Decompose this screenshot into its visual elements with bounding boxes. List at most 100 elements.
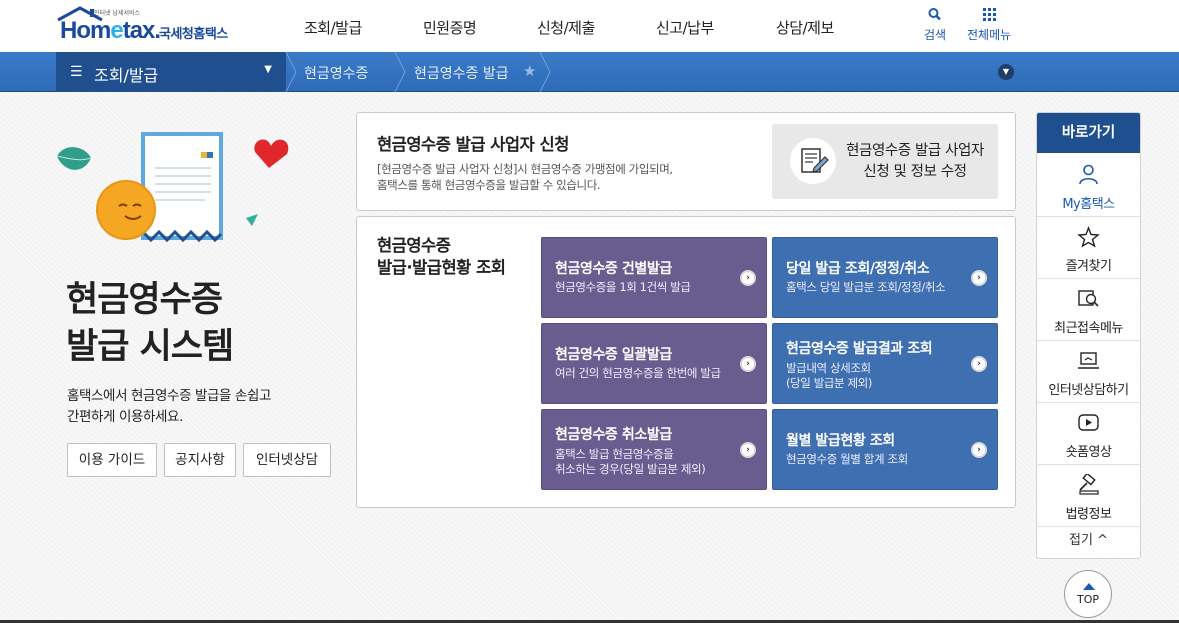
gavel-icon: [1079, 474, 1099, 495]
logo-korean: 국세청홈택스: [159, 27, 228, 42]
logo-tagline: 인터넷 납세서비스: [94, 10, 141, 17]
chevron-right-icon: ›: [740, 270, 756, 286]
quick-item-online-consult[interactable]: 인터넷상담하기: [1037, 341, 1140, 403]
grid-menu-icon: [983, 8, 997, 21]
search-label: 검색: [924, 28, 947, 42]
menu-category-selector[interactable]: ☰ 조회/발급 ▼: [56, 52, 286, 92]
tile-cancel-issue[interactable]: 현금영수증 취소발급 홈택스 발급 현금영수증을 취소하는 경우(당일 발급분 …: [541, 409, 767, 490]
document-edit-icon: [790, 138, 836, 184]
tile-subtitle: 홈택스 당일 발급분 조회/정정/취소: [786, 280, 946, 294]
hero-desc-line: 간편하게 이용하세요.: [67, 409, 183, 425]
favorite-star-icon[interactable]: ★: [523, 62, 536, 80]
caret-down-icon: ▼: [264, 64, 272, 75]
business-apply-title: 현금영수증 발급 사업자 신청: [377, 135, 569, 154]
quick-item-label: 즐겨찾기: [1065, 259, 1112, 274]
search-button[interactable]: 검색: [924, 6, 946, 43]
logo-brand: Hometax.: [60, 17, 161, 45]
quick-links-header: 바로가기: [1037, 113, 1140, 153]
expand-chevron-icon[interactable]: ▼: [998, 64, 1014, 80]
usage-guide-button[interactable]: 이용 가이드: [67, 443, 157, 477]
quick-item-label: 인터넷상담하기: [1048, 383, 1129, 398]
laptop-icon: [1078, 352, 1099, 369]
description-line: 홈택스를 통해 현금영수증을 발급할 수 있습니다.: [377, 178, 601, 192]
tile-subtitle: (당일 발급분 제외): [786, 376, 872, 390]
quick-item-label: 최근접속메뉴: [1054, 321, 1123, 336]
apply-label-line: 신청 및 정보 수정: [863, 164, 967, 180]
allmenu-label: 전체메뉴: [967, 28, 1012, 42]
receipt-illustration: [56, 132, 289, 243]
gnb-item-consult[interactable]: 상담/제보: [776, 17, 834, 38]
quick-item-label: 숏폼영상: [1065, 445, 1112, 460]
breadcrumb-separator-icon: [285, 52, 297, 92]
search-icon: [928, 8, 941, 21]
description-line: [현금영수증 발급 사업자 신청]시 현금영수증 가맹점에 가입되며,: [377, 162, 673, 176]
issue-inquiry-title: 현금영수증 발급·발급현황 조회: [377, 235, 506, 279]
business-apply-button[interactable]: 현금영수증 발급 사업자 신청 및 정보 수정: [772, 124, 998, 199]
hometax-logo[interactable]: 인터넷 납세서비스 Hometax. 국세청홈택스: [56, 4, 246, 48]
apply-label-line: 현금영수증 발급 사업자: [846, 143, 984, 159]
quick-item-my-hometax[interactable]: My홈택스: [1037, 155, 1140, 217]
allmenu-button[interactable]: 전체메뉴: [967, 6, 1011, 43]
issue-title-line: 발급·발급현황 조회: [377, 258, 506, 277]
quick-item-favorites[interactable]: 즐겨찾기: [1037, 217, 1140, 279]
tile-title: 현금영수증 일괄발급: [555, 347, 672, 363]
business-apply-description: [현금영수증 발급 사업자 신청]시 현금영수증 가맹점에 가입되며, 홈택스를…: [377, 161, 673, 193]
fold-button[interactable]: 접기 ^: [1037, 529, 1140, 548]
quick-links-panel: 바로가기 My홈택스 즐겨찾기 최근접속메뉴 인터넷상담하기 숏폼영상 법령정보…: [1036, 112, 1141, 559]
breadcrumb-bar: ☰ 조회/발급 ▼ 현금영수증 현금영수증 발급 ★ ▼: [0, 52, 1179, 92]
hero-title-line: 현금영수증: [66, 280, 223, 320]
tile-result-inquiry[interactable]: 현금영수증 발급결과 조회 발급내역 상세조회 (당일 발급분 제외) ›: [772, 323, 998, 404]
quick-item-recent-menu[interactable]: 최근접속메뉴: [1037, 279, 1140, 341]
tile-title: 현금영수증 건별발급: [555, 261, 672, 277]
chevron-right-icon: ›: [971, 356, 987, 372]
person-icon: [1079, 164, 1098, 185]
chevron-right-icon: ›: [740, 442, 756, 458]
gnb-item-inquiry[interactable]: 조회/발급: [304, 17, 362, 38]
hero-description: 홈택스에서 현금영수증 발급을 손쉽고 간편하게 이용하세요.: [67, 386, 271, 428]
menu-category-label: 조회/발급: [94, 66, 159, 85]
chevron-right-icon: ›: [971, 270, 987, 286]
tile-title: 현금영수증 취소발급: [555, 427, 672, 443]
breadcrumb-item-cash-receipt[interactable]: 현금영수증: [304, 63, 368, 83]
tile-subtitle: 발급내역 상세조회: [786, 361, 871, 375]
tile-subtitle: 홈택스 발급 현금영수증을: [555, 447, 674, 461]
tile-subtitle: 여러 건의 현금영수증을 한번에 발급: [555, 366, 721, 380]
hero-title-line: 발급 시스템: [66, 327, 234, 367]
issue-title-line: 현금영수증: [377, 236, 451, 255]
scroll-top-label: TOP: [1076, 593, 1099, 606]
tile-subtitle: 현금영수증 월별 합계 조회: [786, 452, 908, 466]
tile-single-issue[interactable]: 현금영수증 건별발급 현금영수증을 1회 1건씩 발급 ›: [541, 237, 767, 318]
breadcrumb-separator-icon: [539, 52, 551, 92]
quick-item-label: 법령정보: [1065, 507, 1112, 522]
chevron-right-icon: ›: [971, 442, 987, 458]
business-apply-label: 현금영수증 발급 사업자 신청 및 정보 수정: [842, 141, 988, 183]
hero-desc-line: 홈택스에서 현금영수증 발급을 손쉽고: [67, 388, 271, 404]
quick-item-shortform-video[interactable]: 숏폼영상: [1037, 403, 1140, 465]
hamburger-icon: ☰: [70, 64, 83, 80]
quick-item-law-info[interactable]: 법령정보: [1037, 465, 1140, 527]
gnb-item-report[interactable]: 신고/납부: [656, 17, 714, 38]
scroll-top-button[interactable]: TOP: [1064, 570, 1112, 618]
tile-subtitle: 현금영수증을 1회 1건씩 발급: [555, 280, 691, 294]
star-icon: [1077, 226, 1100, 248]
top-header: 인터넷 납세서비스 Hometax. 국세청홈택스 조회/발급 민원증명 신청/…: [0, 0, 1179, 52]
tile-title: 현금영수증 발급결과 조회: [786, 341, 933, 357]
tile-bulk-issue[interactable]: 현금영수증 일괄발급 여러 건의 현금영수증을 한번에 발급 ›: [541, 323, 767, 404]
logo-brand-part: tax.: [122, 17, 161, 44]
tile-subtitle: 취소하는 경우(당일 발급분 제외): [555, 462, 706, 476]
hero-title: 현금영수증 발급 시스템: [66, 277, 234, 371]
notice-button[interactable]: 공지사항: [164, 443, 236, 477]
recent-search-icon: [1078, 290, 1099, 307]
breadcrumb-separator-icon: [394, 52, 406, 92]
issue-inquiry-panel: 현금영수증 발급·발급현황 조회 현금영수증 건별발급 현금영수증을 1회 1건…: [356, 216, 1016, 508]
online-consult-button[interactable]: 인터넷상담: [243, 443, 331, 477]
tile-today-inquiry[interactable]: 당일 발급 조회/정정/취소 홈택스 당일 발급분 조회/정정/취소 ›: [772, 237, 998, 318]
gnb-item-apply[interactable]: 신청/제출: [537, 17, 595, 38]
tile-monthly-status[interactable]: 월별 발급현황 조회 현금영수증 월별 합계 조회 ›: [772, 409, 998, 490]
quick-item-label: My홈택스: [1062, 197, 1115, 212]
gnb-item-certificate[interactable]: 민원증명: [423, 17, 477, 38]
logo-brand-e: e: [110, 17, 123, 44]
tile-title: 당일 발급 조회/정정/취소: [786, 261, 930, 277]
breadcrumb-item-current[interactable]: 현금영수증 발급: [414, 63, 509, 83]
chevron-right-icon: ›: [740, 356, 756, 372]
